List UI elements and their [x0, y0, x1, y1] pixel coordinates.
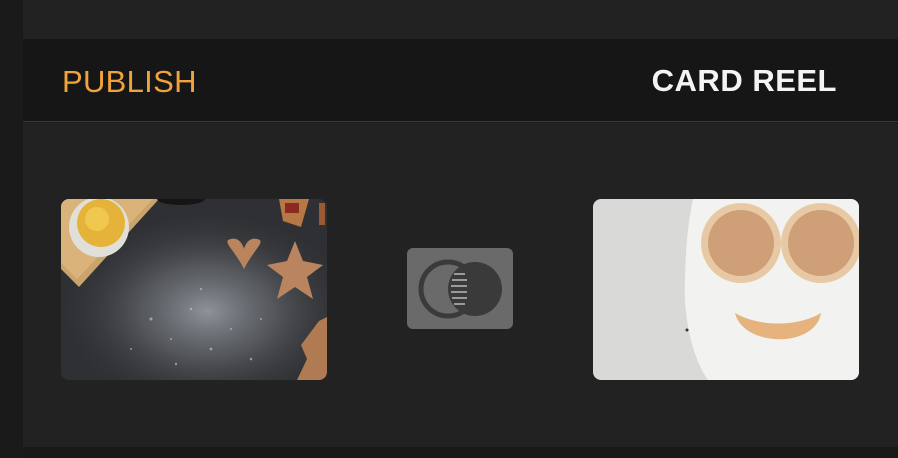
left-rail	[0, 0, 23, 458]
publish-button[interactable]: PUBLISH	[62, 64, 197, 100]
card-right[interactable]	[593, 199, 859, 380]
card-reel-area	[23, 123, 898, 447]
top-strip	[23, 0, 898, 39]
baking-photo	[61, 199, 327, 380]
page-title: CARD REEL	[651, 63, 837, 98]
pancake-photo	[593, 199, 859, 380]
app-root: PUBLISH CARD REEL	[0, 0, 898, 458]
blend-mode-button[interactable]	[407, 248, 513, 329]
blend-mode-icon	[418, 259, 502, 319]
card-left[interactable]	[61, 199, 327, 380]
header-bar: PUBLISH CARD REEL	[23, 39, 898, 122]
bottom-strip	[23, 447, 898, 458]
